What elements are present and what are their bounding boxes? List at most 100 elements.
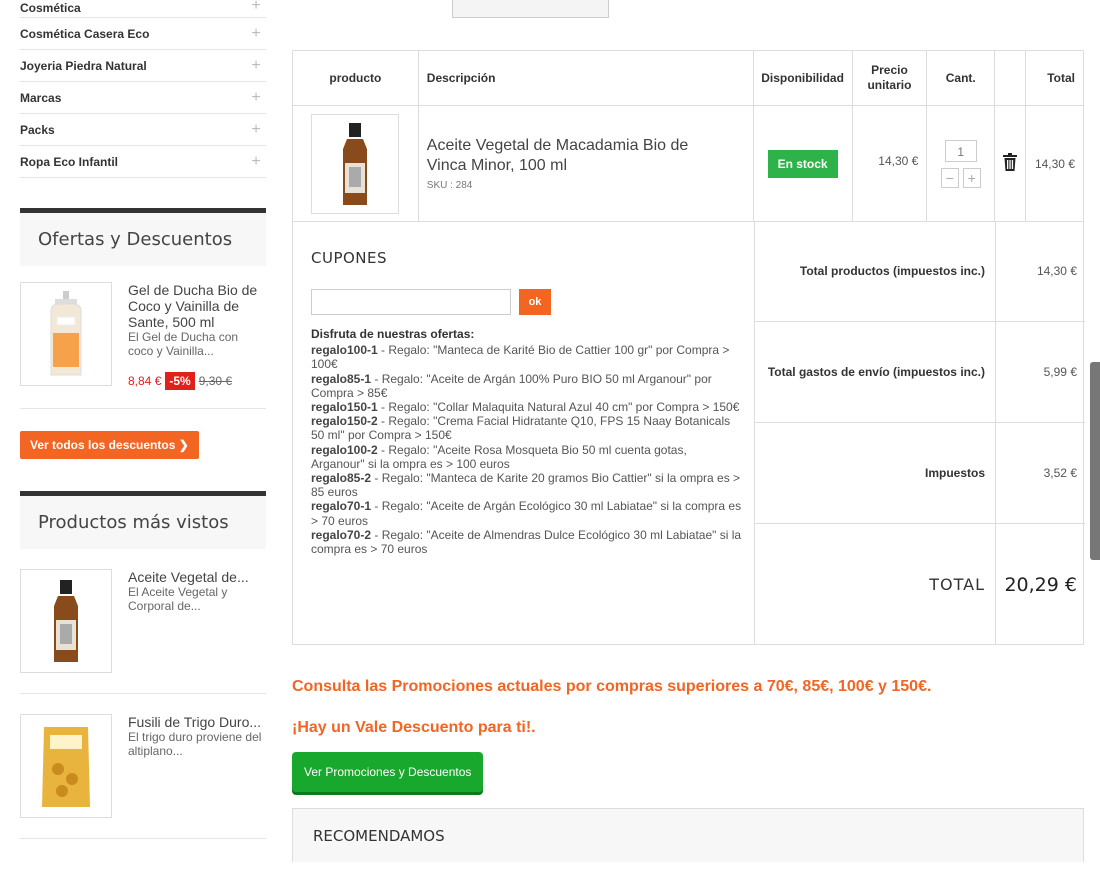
price-new: 8,84 € [128, 374, 162, 388]
promo-item: regalo150-1 - Regalo: "Collar Malaquita … [311, 400, 740, 415]
promo-list: Disfruta de nuestras ofertas: regalo100-… [311, 327, 743, 556]
viewed-thumbnail[interactable] [20, 569, 112, 673]
grand-total-value: 20,29 € [995, 524, 1085, 645]
gel-bottle-icon [50, 291, 82, 376]
cart-sku: SKU : 284 [426, 180, 473, 191]
recommend-heading: RECOMENDAMOS [292, 808, 1084, 862]
promo-item: regalo70-2 - Regalo: "Aceite de Almendra… [311, 527, 742, 557]
promo-item: regalo85-1 - Regalo: "Aceite de Argán 10… [311, 371, 712, 400]
viewed-item[interactable]: Fusili de Trigo Duro... El trigo duro pr… [20, 714, 266, 839]
offer-thumbnail[interactable] [20, 282, 112, 386]
stock-badge: En stock [767, 149, 838, 178]
offer-price: 8,84 € -5% 9,30 € [128, 372, 266, 390]
grand-total-row: TOTAL 20,29 € [755, 524, 1085, 645]
plus-icon[interactable]: + [246, 153, 266, 171]
category-item[interactable]: Marcas + [20, 82, 266, 114]
offers-heading: Ofertas y Descuentos [20, 208, 266, 266]
viewed-desc: El Aceite Vegetal y Corporal de... [128, 585, 228, 613]
cart-description-cell: Aceite Vegetal de Macadamia Bio de Vinca… [417, 105, 754, 222]
plus-icon[interactable]: + [246, 0, 266, 15]
coupons-panel: CUPONES ok Disfruta de nuestras ofertas:… [311, 249, 743, 556]
category-item[interactable]: Packs + [20, 114, 266, 146]
viewed-text: Fusili de Trigo Duro... El trigo duro pr… [128, 714, 266, 818]
category-label: Packs [20, 122, 55, 137]
category-item[interactable]: Cosmética Casera Eco + [20, 18, 266, 50]
category-label: Cosmética Casera Eco [20, 26, 150, 41]
header-qty: Cant. [926, 50, 996, 106]
cart-product-cell [292, 105, 419, 222]
category-list: Cosmética + Cosmética Casera Eco + Joyeria… [20, 0, 266, 178]
viewed-item[interactable]: Aceite Vegetal de... El Aceite Vegetal y… [20, 569, 266, 694]
plus-icon[interactable]: + [246, 57, 266, 75]
offer-text: Gel de Ducha Bio de Coco y Vainilla de S… [128, 282, 266, 390]
trash-icon[interactable] [1003, 153, 1018, 171]
cart-delete-cell [994, 105, 1027, 222]
plus-icon[interactable]: + [246, 89, 266, 107]
coupons-title: CUPONES [311, 249, 388, 267]
viewed-desc: El trigo duro proviene del altiplano... [128, 730, 262, 758]
total-shipping-label: Total gastos de envío (impuestos inc.) [767, 365, 985, 379]
offer-item[interactable]: Gel de Ducha Bio de Coco y Vainilla de S… [20, 282, 266, 409]
tax-row: Impuestos 3,52 € [755, 423, 1085, 524]
total-shipping-row: Total gastos de envío (impuestos inc.) 5… [755, 322, 1085, 423]
top-button[interactable] [452, 0, 609, 18]
category-item[interactable]: Joyeria Piedra Natural + [20, 50, 266, 82]
category-label: Cosmética [20, 1, 81, 15]
offer-title[interactable]: Gel de Ducha Bio de Coco y Vainilla de S… [128, 282, 266, 330]
discount-badge: -5% [165, 372, 195, 390]
cart-lower-section: CUPONES ok Disfruta de nuestras ofertas:… [292, 221, 1085, 645]
promotions-button[interactable]: Ver Promociones y Descuentos [292, 752, 484, 792]
price-old: 9,30 € [198, 374, 233, 388]
cart-thumbnail[interactable] [311, 113, 400, 214]
category-item[interactable]: Ropa Eco Infantil + [20, 146, 266, 178]
promo-item: regalo100-2 - Regalo: "Aceite Rosa Mosqu… [311, 442, 687, 471]
promo-item: regalo100-1 - Regalo: "Manteca de Karité… [311, 343, 730, 372]
sidebar: Cosmética + Cosmética Casera Eco + Joyeria… [20, 0, 266, 839]
promo-item: regalo85-2 - Regalo: "Manteca de Karite … [311, 471, 741, 500]
viewed-title[interactable]: Fusili de Trigo Duro... [128, 714, 266, 730]
header-description: Descripción [417, 50, 754, 106]
viewed-heading: Productos más vistos [20, 491, 266, 549]
total-products-row: Total productos (impuestos inc.) 14,30 € [755, 221, 1085, 322]
viewed-title[interactable]: Aceite Vegetal de... [128, 569, 266, 585]
plus-icon[interactable]: + [246, 25, 266, 43]
viewed-thumbnail[interactable] [20, 714, 112, 818]
header-product: producto [292, 50, 419, 106]
promo-item: regalo150-2 - Regalo: "Crema Facial Hidr… [311, 414, 731, 443]
header-unit-price: Precio unitario [851, 50, 928, 106]
grand-total-label: TOTAL [929, 575, 985, 594]
pasta-bag-icon [42, 727, 90, 807]
voucher-text: ¡Hay un Vale Descuento para ti!. [292, 719, 536, 736]
all-discounts-button[interactable]: Ver todos los descuentos ❯ [20, 431, 199, 459]
category-label: Ropa Eco Infantil [20, 154, 119, 169]
cart-qty-cell: 1 − + [926, 105, 996, 222]
tax-label: Impuestos [924, 466, 985, 480]
minus-icon[interactable]: − [940, 167, 959, 188]
total-shipping-value: 5,99 € [995, 322, 1085, 422]
promo-item: regalo70-1 - Regalo: "Aceite de Argán Ec… [311, 499, 742, 528]
qty-input[interactable]: 1 [944, 139, 977, 162]
cart-row: Aceite Vegetal de Macadamia Bio de Vinca… [292, 105, 1084, 222]
cart-unit-price: 14,30 € [851, 105, 928, 222]
header-total: Total [1025, 50, 1084, 106]
plus-icon[interactable]: + [246, 121, 266, 139]
header-availability: Disponibilidad [752, 50, 853, 106]
total-products-value: 14,30 € [995, 221, 1085, 321]
totals-panel: Total productos (impuestos inc.) 14,30 €… [754, 221, 1085, 645]
header-blank [994, 50, 1027, 106]
oil-bottle-icon [343, 122, 368, 205]
category-label: Joyeria Piedra Natural [20, 58, 147, 73]
cart-availability-cell: En stock [752, 105, 853, 222]
category-item[interactable]: Cosmética + [20, 0, 266, 18]
side-feedback-tab[interactable] [1090, 362, 1100, 560]
total-products-label: Total productos (impuestos inc.) [799, 264, 985, 278]
plus-icon[interactable]: + [962, 167, 981, 188]
cart-product-name[interactable]: Aceite Vegetal de Macadamia Bio de Vinca… [427, 136, 727, 176]
viewed-text: Aceite Vegetal de... El Aceite Vegetal y… [128, 569, 266, 673]
coupon-input[interactable] [311, 289, 511, 315]
category-label: Marcas [20, 90, 62, 105]
oil-bottle-icon [54, 580, 78, 662]
cart-table: producto Descripción Disponibilidad Prec… [292, 50, 1084, 222]
coupon-ok-button[interactable]: ok [519, 289, 551, 315]
cart-total: 14,30 € [1025, 105, 1084, 222]
